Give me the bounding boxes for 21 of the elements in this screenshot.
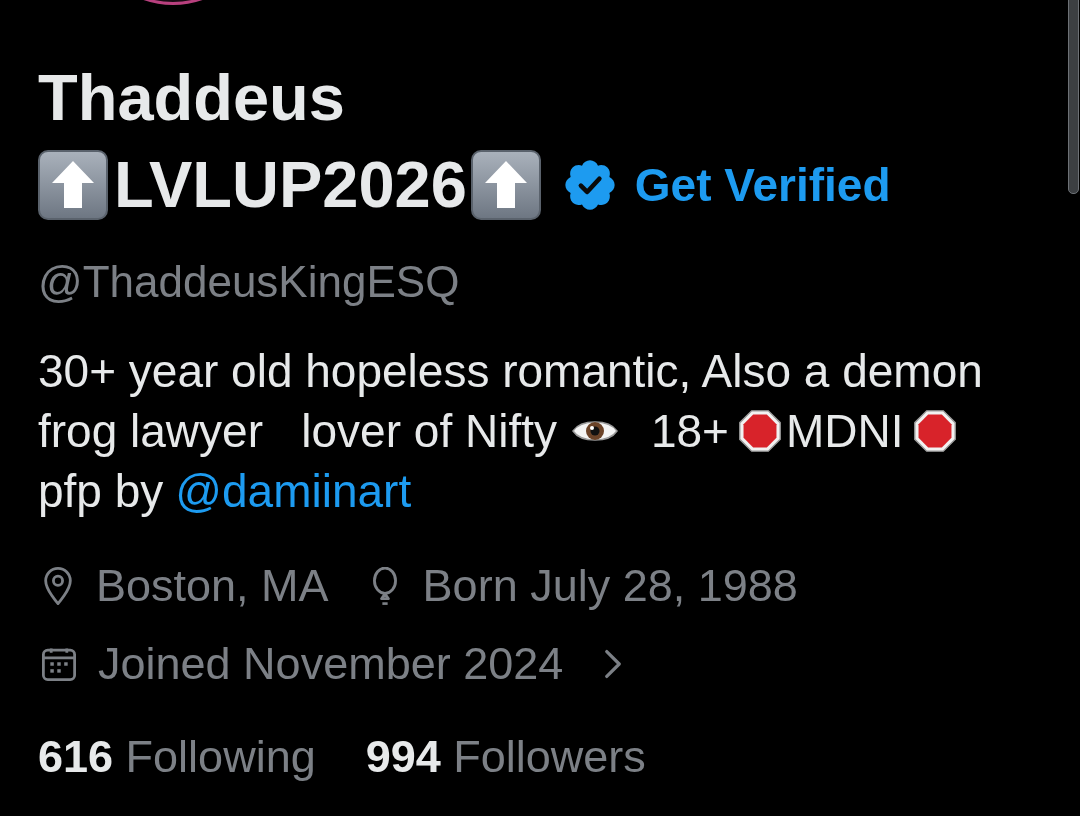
stop-sign-icon [911,408,958,454]
balloon-icon [370,567,399,605]
birth-date: Born July 28, 1988 [422,559,798,613]
username-handle: @ThaddeusKingESQ [38,256,460,308]
bio-text: pfp by [38,464,164,519]
bio-text: 30+ year old hopeless romantic, Also a demon [38,344,983,399]
bio-text: MDNI [785,404,904,459]
bio-text: frog lawyer lover of Nifty [38,404,557,459]
display-name: Thaddeus [38,60,345,136]
mention-link[interactable]: @damiinart [175,461,412,521]
bio-text: 18+ [650,404,729,459]
calendar-icon [42,647,76,681]
joined-date: Joined November 2024 [98,637,564,691]
location-pin-icon [44,567,72,605]
chevron-right-icon[interactable] [605,649,622,679]
following-link[interactable]: 616 Following [38,724,316,790]
display-name: LVLUP2026 [114,147,467,223]
followers-link[interactable]: 994 Followers [365,724,646,790]
location-text: Boston, MA [96,559,329,613]
get-verified-link[interactable]: Get Verified [634,155,891,215]
stop-sign-icon [736,408,783,454]
